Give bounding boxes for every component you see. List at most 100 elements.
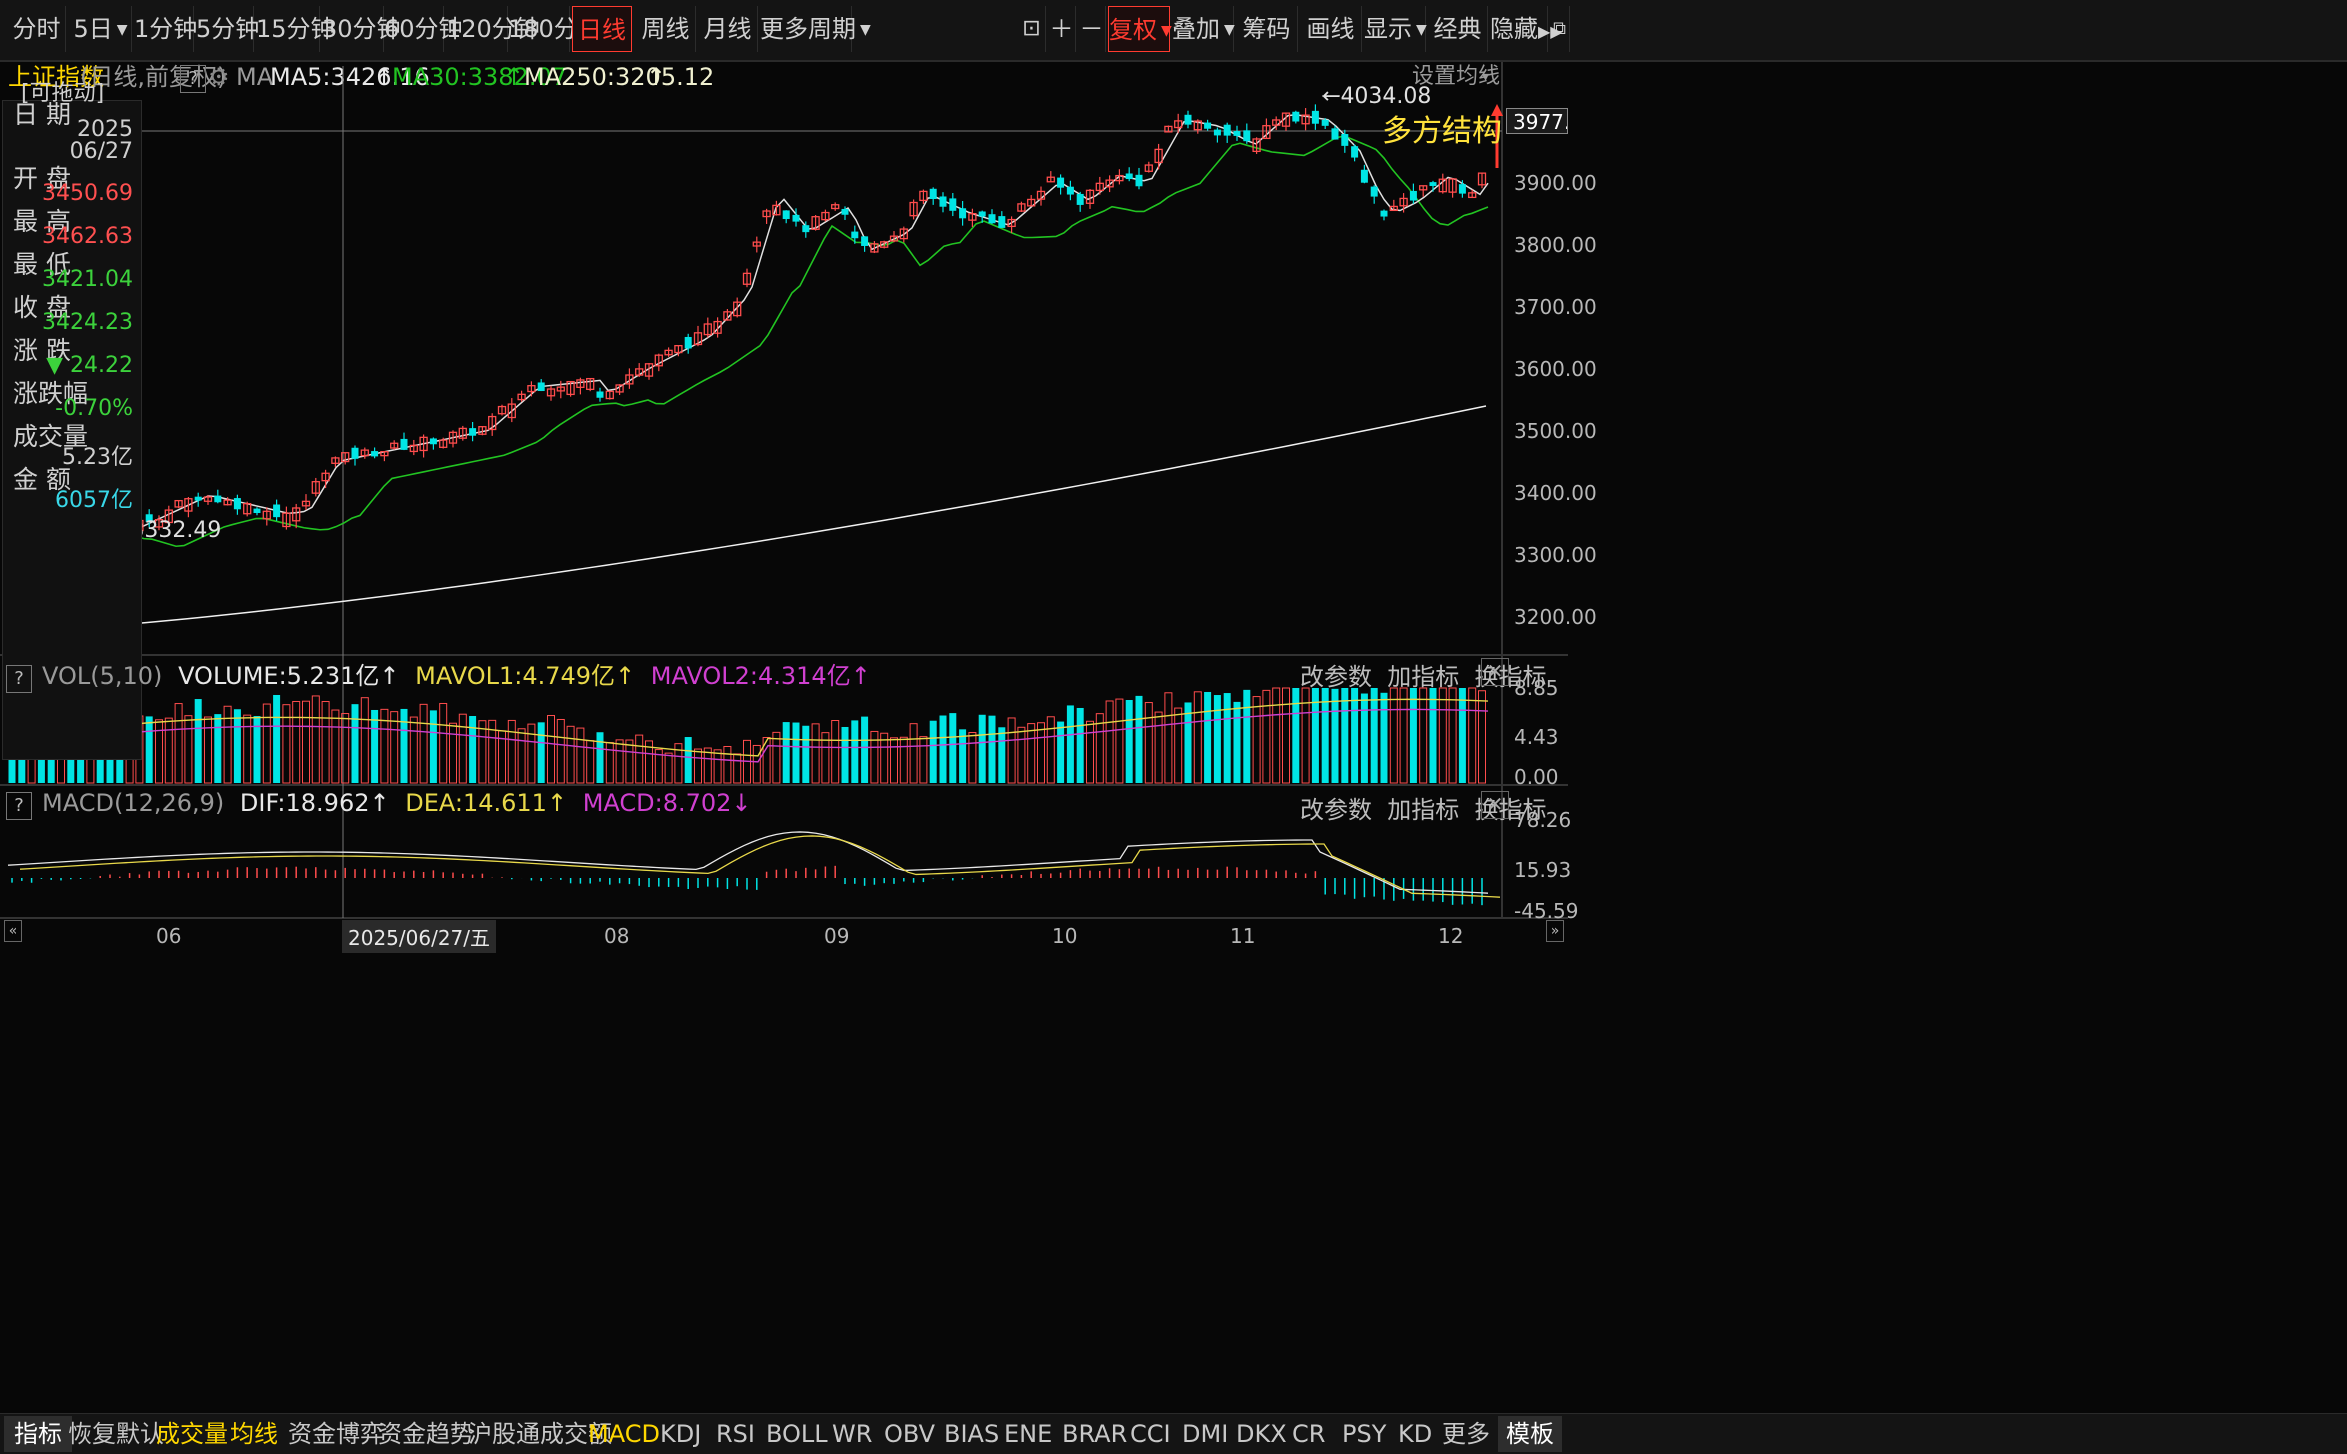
candle-body-down: [429, 438, 437, 445]
volume-bar-up: [1399, 687, 1408, 784]
volume-bar-up: [1389, 687, 1398, 784]
volume-bar-down: [1066, 705, 1074, 783]
volume-bar-down: [1243, 689, 1251, 783]
tab-bias[interactable]: BIAS: [944, 1416, 999, 1452]
tab-more[interactable]: 更多: [1442, 1416, 1490, 1452]
candle-body-down: [537, 382, 545, 392]
candle-body-down: [1370, 186, 1378, 197]
tab-restore-default[interactable]: 恢复默认: [68, 1416, 164, 1452]
mavol2-value: MAVOL2:4.314亿: [650, 662, 851, 690]
candle-body-down: [1184, 114, 1192, 125]
tab-capital-game[interactable]: 资金博弈: [288, 1416, 384, 1452]
volume-bar-down: [1360, 693, 1368, 783]
candle-body-down: [998, 216, 1006, 228]
candle-body-down: [851, 231, 859, 239]
volume-panel-header: ? VOL(5,10) VOLUME:5.231亿↑ MAVOL1:4.749亿↑…: [6, 656, 871, 693]
volume-bar-up: [439, 702, 448, 784]
candle-body-down: [1076, 193, 1084, 205]
macd-tick: 15.93: [1514, 858, 1572, 882]
indicator-tabs-bar: 指标 恢复默认 成交量 均线 资金博弈 资金趋势 沪股通成交额 MACD KDJ…: [0, 1413, 2347, 1454]
volume-bar-down: [233, 709, 241, 783]
volume-bar-up: [1282, 687, 1290, 784]
volume-bar-up: [566, 725, 575, 784]
candle-body-down: [841, 208, 849, 215]
volume-bar-down: [1341, 688, 1349, 783]
volume-bar-down: [371, 709, 379, 783]
close-icon[interactable]: ✕: [1481, 658, 1509, 686]
help-icon[interactable]: ?: [6, 665, 32, 693]
tab-capital-trend[interactable]: 资金趋势: [378, 1416, 474, 1452]
volume-bar-down: [1331, 688, 1339, 783]
tab-obv[interactable]: OBV: [884, 1416, 935, 1452]
dif-value: DIF:18.962: [239, 789, 370, 817]
volume-bar-down: [469, 716, 477, 783]
month-label: 10: [1052, 924, 1078, 948]
volume-bar-up: [458, 713, 467, 784]
price-tick: 3500.00: [1514, 419, 1597, 443]
current-price-tag: 3977.01: [1506, 108, 1568, 134]
mavol1-arrow: ↑: [615, 662, 636, 690]
vol-tick: 4.43: [1514, 725, 1559, 749]
candle-body-down: [1223, 124, 1231, 136]
add-indicator-link[interactable]: 加指标: [1387, 796, 1459, 824]
edit-params-link[interactable]: 改参数: [1300, 796, 1372, 824]
tab-cci[interactable]: CCI: [1130, 1416, 1171, 1452]
macd-histogram: [11, 865, 1483, 906]
volume-bar-down: [1076, 707, 1084, 783]
candle-body-down: [988, 214, 996, 224]
tab-indicator[interactable]: 指标: [4, 1416, 72, 1452]
kline-chart-area[interactable]: [0, 0, 2347, 1453]
close-icon[interactable]: ✕: [1481, 791, 1509, 819]
tab-kdj[interactable]: KDJ: [660, 1416, 701, 1452]
candle-body-down: [469, 428, 477, 436]
edit-params-link[interactable]: 改参数: [1300, 663, 1372, 691]
volume-bar-up: [1438, 687, 1447, 784]
candle-body-down: [194, 496, 202, 501]
volume-bar-up: [164, 717, 173, 784]
candle-body-down: [1321, 119, 1329, 126]
tab-cr[interactable]: CR: [1292, 1416, 1325, 1452]
month-label: 12: [1438, 924, 1464, 948]
add-indicator-link[interactable]: 加指标: [1387, 663, 1459, 691]
tab-psy[interactable]: PSY: [1342, 1416, 1386, 1452]
scroll-right-icon[interactable]: »: [1546, 920, 1564, 942]
volume-ma-lines: [7, 698, 1489, 763]
candle-body-down: [273, 504, 281, 518]
tab-dkx[interactable]: DKX: [1236, 1416, 1287, 1452]
help-icon[interactable]: ?: [6, 792, 32, 820]
ma30-line: [8, 135, 1489, 548]
tab-ene[interactable]: ENE: [1004, 1416, 1052, 1452]
volume-bar-up: [547, 715, 555, 784]
candle-body-down: [351, 447, 359, 459]
tab-boll[interactable]: BOLL: [766, 1416, 828, 1452]
volume-bar-up: [321, 701, 330, 784]
tab-brar[interactable]: BRAR: [1062, 1416, 1127, 1452]
high-marker-arrow: ←: [1322, 84, 1341, 109]
tab-rsi[interactable]: RSI: [716, 1416, 755, 1452]
volume-bar-down: [429, 710, 437, 783]
tab-ma[interactable]: 均线: [230, 1416, 278, 1452]
volume-bar-down: [1409, 688, 1417, 783]
tab-wr[interactable]: WR: [832, 1416, 872, 1452]
volume-bar-up: [419, 703, 428, 784]
volume-bar-up: [625, 739, 634, 784]
candle-body-down: [1213, 129, 1221, 136]
volume-bar-up: [635, 734, 644, 784]
volume-bar-up: [615, 739, 624, 784]
scroll-left-icon[interactable]: «: [4, 920, 22, 942]
volume-bar-up: [184, 715, 193, 784]
volume-bar-up: [517, 728, 526, 784]
volume-bar-up: [1007, 717, 1016, 784]
bull-structure-label: 多方结构: [1382, 114, 1502, 149]
ma5-polyline: [8, 113, 1489, 532]
candle-body-down: [1233, 131, 1241, 136]
tab-volume[interactable]: 成交量: [156, 1416, 228, 1452]
tab-macd[interactable]: MACD: [588, 1416, 660, 1452]
candle-body-down: [1311, 110, 1319, 124]
tab-template[interactable]: 模板: [1498, 1416, 1562, 1452]
tab-dmi[interactable]: DMI: [1182, 1416, 1228, 1452]
volume-bar-up: [155, 719, 163, 784]
candle-body-down: [959, 208, 967, 219]
tab-kd[interactable]: KD: [1398, 1416, 1432, 1452]
dea-polyline: [19, 835, 1501, 898]
